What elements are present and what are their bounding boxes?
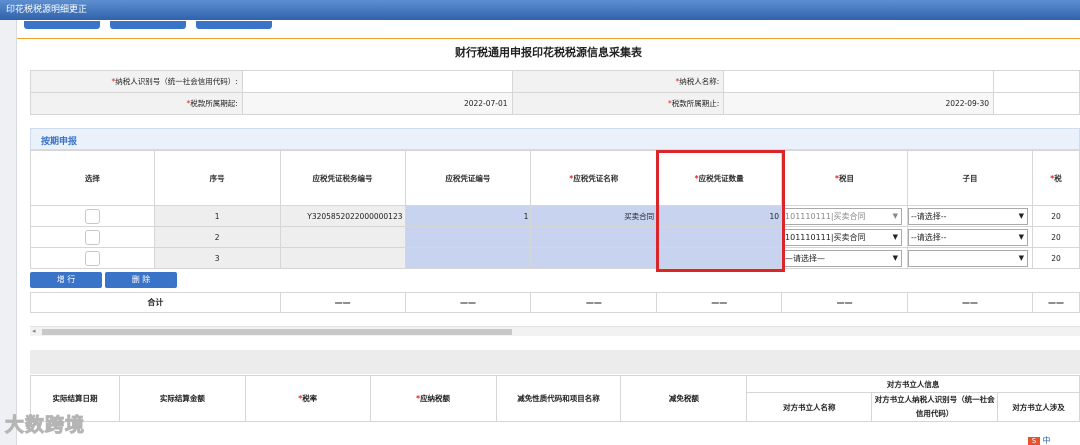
col-header-select: 选择 <box>30 150 155 206</box>
section-title: 按期申报 <box>41 137 78 147</box>
tax-item-cell: 101110111|买卖合同 ▼ <box>781 205 909 227</box>
toolbar-button-2[interactable] <box>110 21 186 29</box>
scroll-left-icon[interactable]: ◂ <box>32 327 36 335</box>
dropdown-arrow-icon: ▼ <box>892 253 899 262</box>
taxpayer-id-value <box>241 70 513 93</box>
ime-indicator: S 中 <box>1028 435 1080 445</box>
total-dash: —— <box>1031 292 1080 313</box>
col-header-tax-payable: *应纳税额 <box>369 375 497 422</box>
period-end-value: 2022-09-30 <box>723 92 995 115</box>
seq-cell: 2 <box>153 226 281 248</box>
row-checkbox-cell <box>30 226 155 248</box>
col-header-voucher-no: 应税凭证编号 <box>404 150 532 206</box>
col-header-tax-item: *税目 <box>781 150 909 206</box>
dropdown-arrow-icon: ▼ <box>892 211 899 220</box>
seq-cell: 3 <box>153 247 281 269</box>
taxpayer-info-table: *纳税人识别号（统一社会信用代码）: *纳税人名称: *税款所属期起: 2022… <box>30 70 1080 115</box>
dropdown-arrow-icon: ▼ <box>1018 232 1025 241</box>
tax-item-select[interactable]: 101110111|买卖合同 ▼ <box>782 228 903 246</box>
row-checkbox[interactable] <box>84 208 100 224</box>
period-start-value: 2022-07-01 <box>241 92 513 115</box>
watermark-logo: 大数跨境 <box>4 414 86 437</box>
form-title: 财行税通用申报印花税税源信息采集表 <box>455 46 642 59</box>
seq-cell: 1 <box>153 205 281 227</box>
table-row: 1 Y3205852022000000123 1 买卖合同 10 1011101… <box>30 205 1080 227</box>
row-checkbox[interactable] <box>84 250 100 266</box>
sub-item-select[interactable]: --请选择-- ▼ <box>908 228 1029 246</box>
row-checkbox[interactable] <box>84 229 100 245</box>
tax-no-cell: Y3205852022000000123 <box>279 205 406 227</box>
col-header-counterparty-involve: 对方书立人涉及 <box>997 392 1080 422</box>
sub-item-cell: --请选择-- ▼ <box>907 205 1033 227</box>
taxpayer-name-value <box>723 70 995 93</box>
voucher-name-input[interactable] <box>530 247 658 269</box>
total-row: 合计 —— —— —— —— —— —— —— <box>30 292 1080 313</box>
period-start-label: *税款所属期起: <box>30 92 243 115</box>
toolbar-button-3[interactable] <box>196 21 272 29</box>
tax-item-select[interactable]: 101110111|买卖合同 ▼ <box>782 207 903 225</box>
tax-no-cell <box>279 226 406 248</box>
sub-item-cell: ▼ <box>907 247 1033 269</box>
total-dash: —— <box>404 292 532 313</box>
voucher-no-input[interactable]: 1 <box>404 205 532 227</box>
tax-item-select[interactable]: —请选择— ▼ <box>782 249 903 267</box>
left-sidebar-strip <box>0 20 17 445</box>
total-label: 合计 <box>30 292 281 313</box>
dropdown-arrow-icon: ▼ <box>1018 253 1025 262</box>
col-header-counterparty-id: 对方书立人纳税人识别号（统一社会信用代码） <box>871 392 999 422</box>
total-dash: —— <box>530 292 658 313</box>
voucher-name-input[interactable]: 买卖合同 <box>530 205 658 227</box>
row-checkbox-cell <box>30 205 155 227</box>
col-header-settle-amount: 实际结算金额 <box>118 375 246 422</box>
col-header-seq: 序号 <box>153 150 281 206</box>
col-header-sub-item: 子目 <box>907 150 1033 206</box>
lower-section-header <box>30 350 1080 374</box>
last-cell: 20 <box>1032 226 1080 248</box>
horizontal-scrollbar[interactable]: ◂ <box>30 326 1080 336</box>
table-row: 2 101110111|买卖合同 ▼ --请选择-- ▼ 20 <box>30 226 1080 248</box>
col-header-voucher-name: *应税凭证名称 <box>530 150 658 206</box>
taxpayer-id-label: *纳税人识别号（统一社会信用代码）: <box>30 70 243 93</box>
last-cell: 20 <box>1032 205 1080 227</box>
window-title: 印花税税源明细更正 <box>0 0 1080 20</box>
highlight-box <box>656 150 785 272</box>
sub-item-cell: --请选择-- ▼ <box>907 226 1033 248</box>
add-row-button[interactable]: 增 行 <box>30 272 102 288</box>
tax-item-cell: —请选择— ▼ <box>781 247 909 269</box>
scrollbar-thumb[interactable] <box>42 329 512 335</box>
col-header-relief-code: 减免性质代码和项目名称 <box>495 375 622 422</box>
voucher-no-input[interactable] <box>404 247 532 269</box>
ime-icon: S <box>1028 437 1040 445</box>
total-dash: —— <box>656 292 783 313</box>
tax-item-cell: 101110111|买卖合同 ▼ <box>781 226 909 248</box>
col-header-relief-amount: 减免税额 <box>620 375 748 422</box>
sub-item-select[interactable]: ▼ <box>908 249 1029 267</box>
table-row: 3 —请选择— ▼ ▼ 20 <box>30 247 1080 269</box>
tax-no-cell <box>279 247 406 269</box>
period-end-label: *税款所属期止: <box>511 92 725 115</box>
delete-row-button[interactable]: 删 除 <box>105 272 177 288</box>
dropdown-arrow-icon: ▼ <box>892 232 899 241</box>
total-dash: —— <box>781 292 909 313</box>
toolbar-button-1[interactable] <box>24 21 100 29</box>
sub-item-select[interactable]: --请选择-- ▼ <box>908 207 1029 225</box>
voucher-name-input[interactable] <box>530 226 658 248</box>
col-header-last: *税 <box>1032 150 1080 206</box>
dropdown-arrow-icon: ▼ <box>1018 211 1025 220</box>
total-dash: —— <box>279 292 406 313</box>
col-header-tax-rate: *税率 <box>244 375 371 422</box>
row-checkbox-cell <box>30 247 155 269</box>
col-header-tax-no: 应税凭证税务编号 <box>279 150 406 206</box>
col-group-counterparty: 对方书立人信息 <box>746 375 1080 393</box>
section-header: 按期申报 <box>30 128 1080 150</box>
divider <box>17 38 1080 39</box>
last-cell: 20 <box>1032 247 1080 269</box>
col-header-counterparty-name: 对方书立人名称 <box>746 392 873 422</box>
taxpayer-name-label: *纳税人名称: <box>511 70 725 93</box>
lower-table: 实际结算日期 实际结算金额 *税率 *应纳税额 减免性质代码和项目名称 减免税额… <box>30 375 1080 422</box>
voucher-grid: 选择 序号 应税凭证税务编号 应税凭证编号 *应税凭证名称 *应税凭证数量 *税… <box>30 150 1080 269</box>
total-dash: —— <box>907 292 1033 313</box>
voucher-no-input[interactable] <box>404 226 532 248</box>
